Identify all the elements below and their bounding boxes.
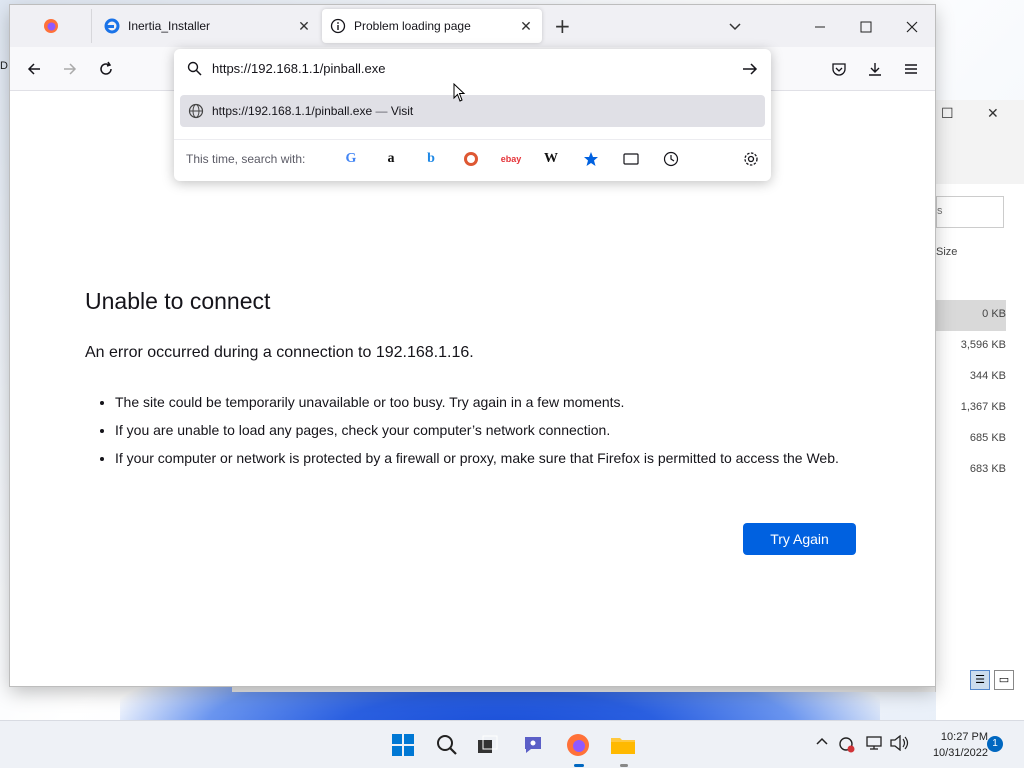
file-size[interactable]: 683 KB — [936, 455, 1006, 486]
start-windows-icon[interactable] — [387, 729, 419, 761]
wikipedia-icon[interactable]: W — [540, 148, 562, 170]
open-app-indicator — [620, 764, 628, 767]
forward-arrow-icon[interactable] — [56, 57, 84, 81]
firefox-icon — [43, 19, 58, 33]
tiles-view-icon[interactable]: ▭ — [994, 670, 1014, 690]
list-item: The site could be temporarily unavailabl… — [115, 392, 875, 412]
file-size[interactable]: 3,596 KB — [936, 331, 1006, 362]
url-suggestion-row[interactable]: https://192.168.1.1/pinball.exe — Visit — [180, 95, 765, 127]
search-with-label: This time, search with: — [186, 152, 306, 166]
edge-favicon-icon — [104, 18, 120, 34]
tab-strip: Inertia_Installer ✕ Problem loading page… — [10, 5, 935, 47]
taskbar: 10:27 PM 10/31/2022 — [0, 720, 1024, 768]
maximize-icon[interactable] — [843, 13, 889, 41]
suggestion-url: https://192.168.1.1/pinball.exe — [212, 104, 373, 118]
list-item: If you are unable to load any pages, che… — [115, 420, 875, 440]
error-description: An error occurred during a connection to… — [85, 344, 474, 361]
close-window-icon[interactable] — [889, 13, 935, 41]
list-item: If your computer or network is protected… — [115, 448, 875, 468]
file-size[interactable]: 344 KB — [936, 362, 1006, 393]
settings-gear-icon[interactable] — [740, 148, 762, 170]
tab-inertia-installer[interactable]: Inertia_Installer ✕ — [94, 9, 320, 43]
file-size[interactable]: 685 KB — [936, 424, 1006, 455]
clock-date: 10/31/2022 — [932, 747, 988, 759]
error-page: Unable to connect An error occurred duri… — [10, 92, 935, 686]
search-icon[interactable] — [431, 729, 463, 761]
close-tab-icon[interactable]: ✕ — [294, 18, 314, 35]
column-header-size[interactable]: Size — [936, 246, 957, 258]
error-suggestions: The site could be temporarily unavailabl… — [115, 392, 875, 476]
close-tab-icon[interactable]: ✕ — [516, 18, 536, 35]
tab-pinned-firefox[interactable] — [10, 9, 92, 43]
desktop-edge-text: D — [0, 60, 8, 72]
tab-label: Problem loading page — [354, 19, 471, 33]
network-icon[interactable] — [866, 735, 884, 755]
maximize-icon[interactable]: ☐ — [941, 106, 954, 122]
info-icon — [330, 18, 346, 34]
minimize-icon[interactable] — [797, 13, 843, 41]
list-all-tabs-chevron-icon[interactable] — [728, 18, 742, 37]
url-input[interactable]: https://192.168.1.1/pinball.exe — [174, 49, 771, 89]
amazon-icon[interactable]: a — [380, 148, 402, 170]
firefox-taskbar-icon[interactable] — [562, 729, 594, 761]
globe-icon — [188, 103, 204, 119]
hamburger-menu-icon[interactable] — [897, 57, 925, 81]
sync-update-icon[interactable] — [838, 735, 856, 757]
show-hidden-icons-chevron-icon[interactable] — [815, 735, 829, 751]
search-engine-bar: This time, search with: G a b ebay W — [174, 139, 771, 175]
google-icon[interactable]: G — [340, 148, 362, 170]
tabs-icon[interactable] — [620, 148, 642, 170]
taskbar-clock[interactable]: 10:27 PM 10/31/2022 — [916, 729, 988, 761]
task-view-icon[interactable] — [472, 729, 504, 761]
suggestion-action: Visit — [390, 104, 414, 118]
file-size[interactable]: 0 KB — [936, 300, 1006, 331]
tab-label: Inertia_Installer — [128, 19, 211, 33]
file-size-list: 0 KB 3,596 KB 344 KB 1,367 KB 685 KB 683… — [936, 300, 1006, 486]
file-explorer-window[interactable]: ☐ ✕ s Size 0 KB 3,596 KB 344 KB 1,367 KB… — [935, 100, 1024, 768]
go-arrow-icon[interactable] — [742, 62, 758, 76]
try-again-button[interactable]: Try Again — [743, 523, 856, 555]
mouse-cursor-icon — [453, 83, 466, 102]
suggestion-separator: — — [375, 104, 388, 118]
explorer-search-input[interactable]: s — [936, 196, 1004, 228]
bookmarks-star-icon[interactable] — [580, 148, 602, 170]
clock-time: 10:27 PM — [940, 731, 988, 743]
urlbar-dropdown: https://192.168.1.1/pinball.exe https://… — [174, 49, 771, 181]
tab-problem-loading[interactable]: Problem loading page ✕ — [322, 9, 542, 43]
search-icon — [187, 61, 202, 76]
notification-badge[interactable]: 1 — [987, 736, 1003, 752]
new-tab-plus-icon[interactable]: + — [554, 16, 571, 36]
duckduckgo-icon[interactable] — [460, 148, 482, 170]
teams-chat-icon[interactable] — [518, 729, 550, 761]
file-size[interactable]: 1,367 KB — [936, 393, 1006, 424]
details-view-icon[interactable]: ☰ — [970, 670, 990, 690]
close-icon[interactable]: ✕ — [987, 106, 999, 122]
reload-icon[interactable] — [92, 57, 120, 81]
downloads-icon[interactable] — [861, 57, 889, 81]
view-toggle: ☰ ▭ — [970, 670, 1014, 690]
history-clock-icon[interactable] — [660, 148, 682, 170]
ebay-icon[interactable]: ebay — [500, 148, 522, 170]
file-explorer-folder-icon[interactable] — [607, 729, 639, 761]
volume-speaker-icon[interactable] — [890, 734, 910, 755]
back-arrow-icon[interactable] — [20, 57, 48, 81]
active-app-indicator — [574, 764, 584, 767]
url-text[interactable]: https://192.168.1.1/pinball.exe — [212, 61, 385, 76]
pocket-icon[interactable] — [825, 57, 853, 81]
bing-icon[interactable]: b — [420, 148, 442, 170]
error-title: Unable to connect — [85, 288, 271, 314]
